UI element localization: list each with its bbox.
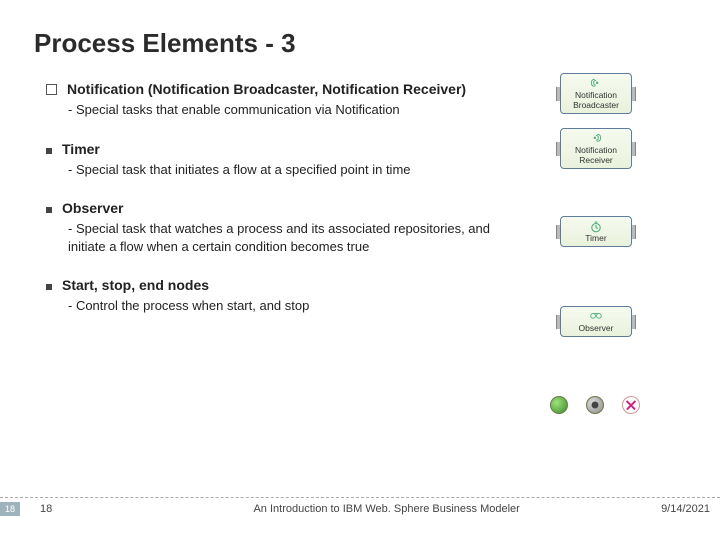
task-label: Notification Broadcaster — [563, 90, 629, 110]
square-bullet-icon — [46, 284, 52, 290]
task-label: Observer — [579, 323, 614, 333]
square-bullet-icon — [46, 207, 52, 213]
visual-nodes — [500, 396, 690, 414]
bullet-head: Observer — [46, 200, 692, 216]
bullet-heading: Start, stop, end nodes — [62, 277, 209, 293]
task-label: Notification Receiver — [563, 145, 629, 165]
task-box-observer: Observer — [560, 306, 632, 337]
task-box-receiver: Notification Receiver — [560, 128, 632, 169]
slide-content: Notification (Notification Broadcaster, … — [28, 81, 692, 315]
start-node-icon — [550, 396, 568, 414]
bullet-subtext: - Special task that watches a process an… — [68, 220, 508, 255]
bullet-heading: Notification (Notification Broadcaster, … — [67, 81, 466, 97]
checkbox-icon — [46, 84, 57, 95]
end-node-icon — [622, 396, 640, 414]
bullet-subtext: - Special tasks that enable communicatio… — [68, 101, 508, 119]
visual-notification: Notification Broadcaster Notification Re… — [560, 73, 632, 169]
binoculars-icon — [589, 310, 603, 322]
footer-date: 9/14/2021 — [661, 503, 710, 515]
bullet-heading: Timer — [62, 141, 100, 157]
visual-observer: Observer — [560, 306, 632, 337]
slide-footer: 18 18 An Introduction to IBM Web. Sphere… — [0, 497, 720, 516]
footer-title: An Introduction to IBM Web. Sphere Busin… — [112, 503, 661, 515]
page-badge: 18 — [0, 502, 20, 516]
task-box-broadcaster: Notification Broadcaster — [560, 73, 632, 114]
slide: Process Elements - 3 Notification (Notif… — [0, 0, 720, 540]
receive-icon — [589, 132, 603, 144]
bullet-subtext: - Control the process when start, and st… — [68, 297, 508, 315]
task-label: Timer — [585, 233, 606, 243]
slide-title: Process Elements - 3 — [34, 28, 692, 59]
task-box-timer: Timer — [560, 216, 632, 247]
visual-timer: Timer — [560, 216, 632, 247]
stop-node-icon — [586, 396, 604, 414]
bullet-head: Start, stop, end nodes — [46, 277, 692, 293]
footer-page-number: 18 — [40, 503, 52, 515]
square-bullet-icon — [46, 148, 52, 154]
bullet-subtext: - Special task that initiates a flow at … — [68, 161, 508, 179]
broadcast-icon — [589, 77, 603, 89]
clock-icon — [589, 220, 603, 232]
bullet-heading: Observer — [62, 200, 123, 216]
